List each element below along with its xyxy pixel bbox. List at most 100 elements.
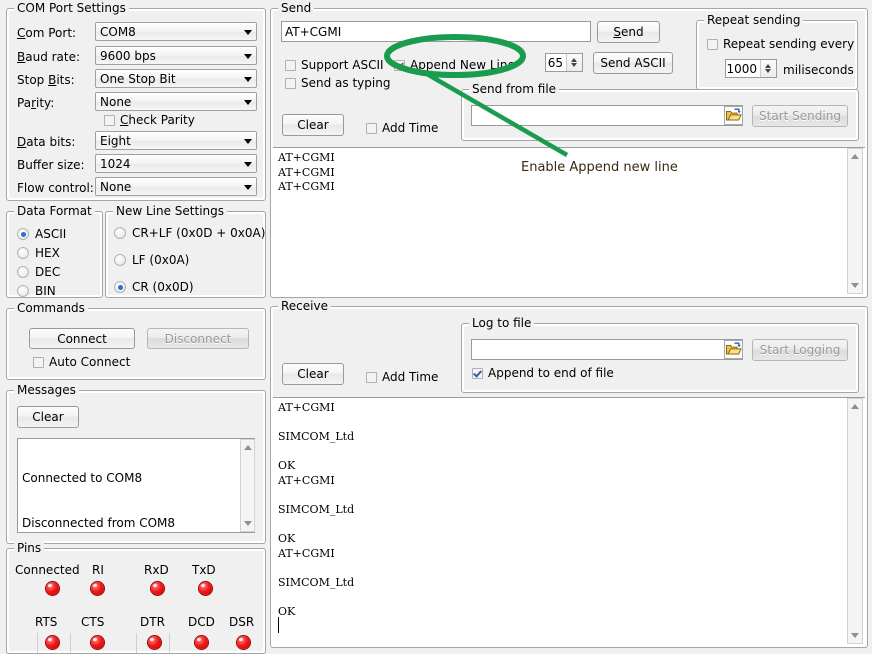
checkbox-box [104,115,115,126]
scroll-up-icon[interactable] [241,440,254,455]
messages-group: Messages Clear Connected to COM8 Disconn… [6,390,266,544]
check-parity-label: Check Parity [120,113,195,127]
send-log-scrollbar[interactable] [847,148,863,294]
label-parity: Parity: [17,96,54,110]
pin-label-dsr: DSR [229,615,254,629]
checkbox-box [285,78,296,89]
send-title: Send [278,1,314,15]
repeat-sending-label: Repeat sending every [723,37,854,51]
radio-data-format-ascii[interactable]: ASCII [17,227,66,241]
radio-newline-crlf[interactable]: CR+LF (0x0D + 0x0A) [114,226,265,240]
com-port-settings-group: COM Port Settings Com Port: COM8 Baud ra… [6,8,266,201]
ascii-code-spinner[interactable]: 65 [545,53,583,72]
scroll-up-icon[interactable] [848,399,862,414]
baud-rate-select[interactable]: 9600 bps [95,46,257,65]
pin-led-dtr [148,636,161,649]
log-to-file-group: Log to file Start Logging Append to end … [461,323,859,393]
repeat-interval-value: 1000 [726,62,759,76]
message-line: Connected to COM8 [22,471,254,486]
label-baud-rate: Baud rate: [17,50,80,64]
buffer-size-select[interactable]: 1024 [95,154,257,173]
flow-control-select[interactable]: None [95,177,257,196]
radio-data-format-hex[interactable]: HEX [17,246,60,260]
serial-terminal-window: COM Port Settings Com Port: COM8 Baud ra… [0,0,872,646]
append-to-end-checkbox[interactable]: Append to end of file [472,366,614,380]
spinner-up-icon [571,58,577,62]
messages-scrollbar[interactable] [240,439,255,532]
checkbox-box [285,60,296,71]
chevron-down-icon [244,162,252,167]
log-file-browse-button[interactable] [724,340,743,359]
scroll-down-icon[interactable] [241,516,254,531]
send-ascii-button[interactable]: Send ASCII [593,52,673,74]
send-group: Send AT+CGMI Send Support ASCII Append N… [270,8,868,298]
send-add-time-label: Add Time [382,121,438,135]
scroll-down-icon[interactable] [848,628,862,643]
send-from-file-title: Send from file [469,82,559,96]
label-buffer-size: Buffer size: [17,158,85,172]
pin-label-dtr: DTR [140,615,165,629]
pin-label-rts: RTS [35,615,57,629]
checkbox-box [707,39,718,50]
pins-title: Pins [14,541,44,555]
chevron-down-icon [244,77,252,82]
append-new-line-checkbox[interactable]: Append New Line [394,58,515,72]
parity-select[interactable]: None [95,92,257,111]
send-input[interactable]: AT+CGMI [281,21,591,42]
log-file-path-input[interactable] [471,339,743,360]
pin-led-txd [199,582,212,595]
checkbox-box [366,123,377,134]
support-ascii-label: Support ASCII [301,58,384,72]
radio-data-format-bin[interactable]: BIN [17,284,56,298]
data-bits-select[interactable]: Eight [95,131,257,150]
start-sending-button[interactable]: Start Sending [752,105,848,127]
pin-led-cts [91,636,104,649]
start-logging-button[interactable]: Start Logging [752,339,848,361]
radio-dot [17,228,29,240]
spinner-buttons[interactable] [760,60,776,77]
send-file-browse-button[interactable] [724,106,743,125]
radio-data-format-dec[interactable]: DEC [17,265,60,279]
scroll-up-icon[interactable] [848,149,862,164]
receive-log-text: AT+CGMI SIMCOM_Ltd OK AT+CGMI SIMCOM_Ltd… [278,401,354,618]
receive-log-scrollbar[interactable] [847,398,863,644]
messages-log[interactable]: Connected to COM8 Disconnected from COM8 [17,438,255,533]
label-com-port: Com Port: [17,26,76,40]
send-as-typing-label: Send as typing [301,76,390,90]
send-add-time-checkbox[interactable]: Add Time [366,121,438,135]
stop-bits-select[interactable]: One Stop Bit [95,69,257,88]
radio-newline-lf[interactable]: LF (0x0A) [114,253,189,267]
auto-connect-checkbox[interactable]: Auto Connect [33,355,130,369]
messages-clear-button[interactable]: Clear [17,406,79,428]
receive-add-time-label: Add Time [382,370,438,384]
spinner-buttons[interactable] [566,54,582,71]
receive-clear-button[interactable]: Clear [282,363,344,385]
spinner-down-icon [765,69,771,73]
log-to-file-title: Log to file [469,316,534,330]
checkbox-box [366,372,377,383]
disconnect-button[interactable]: Disconnect [147,328,249,349]
receive-log[interactable]: AT+CGMI SIMCOM_Ltd OK AT+CGMI SIMCOM_Ltd… [273,397,865,645]
send-input-value: AT+CGMI [285,25,341,39]
com-port-select[interactable]: COM8 [95,22,257,41]
repeat-interval-spinner[interactable]: 1000 [725,59,777,78]
append-to-end-label: Append to end of file [488,366,614,380]
connect-button[interactable]: Connect [29,328,135,349]
send-button[interactable]: Send [597,21,660,43]
radio-dot [17,285,29,297]
repeat-sending-checkbox[interactable]: Repeat sending every [707,37,854,51]
send-as-typing-checkbox[interactable]: Send as typing [285,76,390,90]
pin-label-rxd: RxD [144,563,169,577]
repeat-sending-group: Repeat sending Repeat sending every 1000… [696,20,858,90]
radio-dot [17,247,29,259]
send-file-path-input[interactable] [471,105,743,126]
receive-add-time-checkbox[interactable]: Add Time [366,370,438,384]
radio-newline-cr[interactable]: CR (0x0D) [114,280,194,294]
chevron-down-icon [244,54,252,59]
check-parity-checkbox[interactable]: Check Parity [104,113,195,127]
support-ascii-checkbox[interactable]: Support ASCII [285,58,384,72]
send-clear-button[interactable]: Clear [282,114,344,136]
label-stop-bits: Stop Bits: [17,73,75,87]
scroll-down-icon[interactable] [848,278,862,293]
pin-led-dcd [195,636,208,649]
